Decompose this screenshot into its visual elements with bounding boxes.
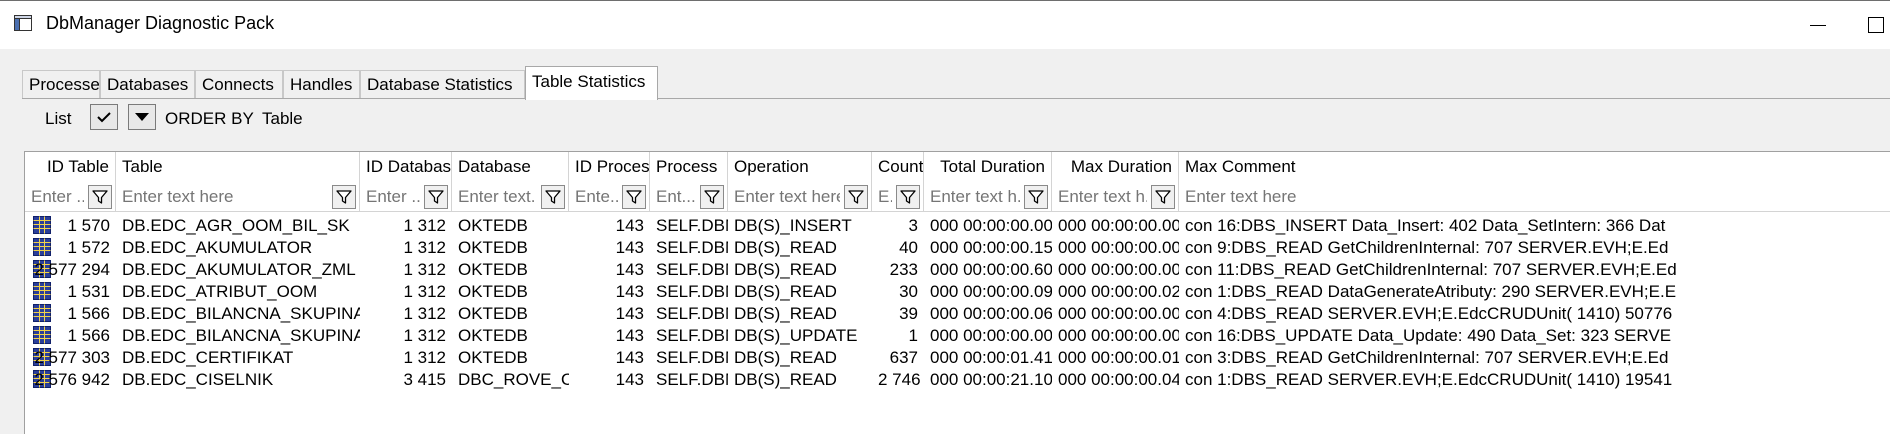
cell-total-duration: 000 00:00:21.101 (930, 370, 1052, 389)
filter-funnel-icon (900, 190, 916, 204)
cell-table: DB.EDC_CISELNIK (122, 370, 274, 389)
cell-count: 2 746 (878, 370, 921, 389)
filter-button[interactable] (896, 185, 920, 209)
list-label: List (45, 109, 72, 128)
window-title: DbManager Diagnostic Pack (46, 13, 275, 33)
filter-input-database[interactable] (456, 184, 539, 210)
column-header-id-process[interactable]: ID Process (569, 152, 650, 182)
column-header-max-duration[interactable]: Max Duration (1052, 152, 1179, 182)
cell-operation: DB(S)_READ (734, 370, 837, 389)
tab-database-statistics[interactable]: Database Statistics (360, 70, 525, 99)
tab-databases[interactable]: Databases (100, 70, 195, 99)
filter-cell-max-duration (1052, 182, 1179, 212)
filter-cell-id-process (569, 182, 650, 212)
filter-button[interactable] (844, 185, 868, 209)
cell-max-comment: con 1:DBS_READ SERVER.EVH;E.EdcCRUDUnit(… (1185, 370, 1673, 389)
filter-input-total-duration[interactable] (928, 184, 1022, 210)
filter-cell-id-database (360, 182, 452, 212)
filter-input-process[interactable] (654, 184, 698, 210)
filter-input-max-comment[interactable] (1183, 184, 1887, 210)
filter-funnel-icon (848, 190, 864, 204)
filter-cell-count (872, 182, 924, 212)
column-header-id-database[interactable]: ID Database (360, 152, 452, 182)
filter-cell-table (116, 182, 360, 212)
cell-process: SELF.DBM (656, 370, 728, 389)
filter-input-table[interactable] (120, 184, 330, 210)
column-header-operation[interactable]: Operation (728, 152, 872, 182)
order-by-label: ORDER BY (165, 109, 254, 128)
filter-cell-operation (728, 182, 872, 212)
cell-id-table: 2 576 942 (34, 370, 110, 389)
filter-input-operation[interactable] (732, 184, 842, 210)
tab-processes[interactable]: Processes (22, 70, 108, 99)
filter-funnel-icon (704, 190, 720, 204)
filter-funnel-icon (1155, 190, 1171, 204)
title-bar: DbManager Diagnostic Pack (0, 0, 1890, 49)
app-window-icon (14, 15, 32, 31)
filter-input-count[interactable] (876, 184, 894, 210)
filter-funnel-icon (545, 190, 561, 204)
cell-id-database: 3 415 (403, 370, 446, 389)
filter-button[interactable] (88, 185, 112, 209)
order-by-value: Table (262, 109, 303, 128)
order-dropdown-button[interactable] (128, 104, 156, 130)
maximize-button[interactable] (1858, 11, 1890, 39)
filter-button[interactable] (541, 185, 565, 209)
column-header-total-duration[interactable]: Total Duration (924, 152, 1052, 182)
minimize-button[interactable] (1800, 11, 1840, 39)
filter-button[interactable] (622, 185, 646, 209)
filter-funnel-icon (92, 190, 108, 204)
filter-button[interactable] (700, 185, 724, 209)
filter-button[interactable] (1024, 185, 1048, 209)
filter-cell-id-table (25, 182, 116, 212)
filter-funnel-icon (626, 190, 642, 204)
tab-table-statistics[interactable]: Table Statistics (525, 66, 658, 100)
table-row[interactable]: 2 576 942 DB.EDC_CISELNIK 3 415 DBC_ROVE_OD… (25, 367, 1890, 393)
table-statistics-grid: ID Table Table ID Database Database ID Proce… (24, 151, 1890, 434)
filter-cell-process (650, 182, 728, 212)
filter-button[interactable] (1151, 185, 1175, 209)
column-header-id-table[interactable]: ID Table (25, 152, 116, 182)
filter-input-id-process[interactable] (573, 184, 620, 210)
column-header-count[interactable]: Count (872, 152, 924, 182)
filter-input-id-database[interactable] (364, 184, 422, 210)
column-header-process[interactable]: Process (650, 152, 728, 182)
cell-database: DBC_ROVE_OD (458, 370, 569, 389)
filter-cell-database (452, 182, 569, 212)
column-header-max-comment[interactable]: Max Comment (1179, 152, 1890, 182)
filter-cell-total-duration (924, 182, 1052, 212)
checkmark-icon (97, 112, 111, 123)
filter-funnel-icon (336, 190, 352, 204)
tab-handles[interactable]: Handles (283, 70, 360, 99)
filter-input-id-table[interactable] (29, 184, 86, 210)
checkmark-button[interactable] (90, 104, 118, 130)
triangle-down-icon (135, 113, 149, 121)
column-header-table[interactable]: Table (116, 152, 360, 182)
cell-id-process: 143 (615, 370, 644, 389)
filter-funnel-icon (1028, 190, 1044, 204)
column-header-database[interactable]: Database (452, 152, 569, 182)
filter-button[interactable] (332, 185, 356, 209)
filter-button[interactable] (424, 185, 448, 209)
filter-input-max-duration[interactable] (1056, 184, 1149, 210)
tab-connects[interactable]: Connects (195, 70, 283, 99)
toolbar: List ORDER BY Table (22, 99, 1890, 151)
filter-cell-max-comment (1179, 182, 1890, 212)
filter-funnel-icon (428, 190, 444, 204)
cell-max-duration: 000 00:00:00.044 (1058, 370, 1179, 389)
